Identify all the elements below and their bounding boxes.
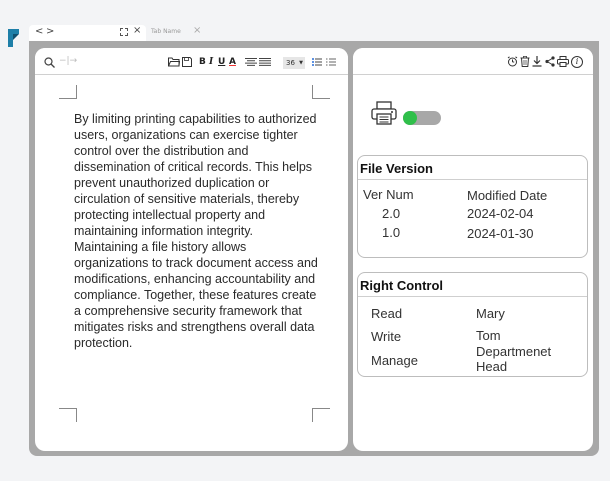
right-user[interactable]: Mary: [476, 307, 505, 321]
document-body[interactable]: By limiting printing capabilities to aut…: [74, 111, 318, 351]
print-icon[interactable]: [557, 56, 569, 67]
properties-toolbar: i: [353, 48, 593, 75]
editor-toolbar: −|→ B I U A 36 ▼: [35, 48, 348, 75]
printer-icon: [371, 101, 397, 125]
right-user[interactable]: Tom: [476, 329, 501, 343]
trash-icon[interactable]: [520, 56, 530, 67]
back-icon[interactable]: <: [35, 26, 43, 37]
maximize-icon[interactable]: [120, 28, 128, 36]
right-label: Read: [371, 306, 403, 321]
bold-button[interactable]: B: [199, 56, 206, 68]
page-nav-icon: −|→: [59, 56, 78, 66]
font-size-value: 36: [286, 59, 295, 67]
open-folder-icon[interactable]: [168, 57, 180, 67]
bulleted-list-icon[interactable]: [312, 58, 322, 66]
search-icon[interactable]: [44, 57, 55, 68]
version-date[interactable]: 2024-01-30: [467, 227, 534, 241]
properties-panel: i File Version Ver Num Modified Date 2.0…: [353, 48, 593, 451]
close-tab-icon[interactable]: ×: [133, 25, 141, 36]
font-color-button[interactable]: A: [229, 56, 236, 68]
save-icon[interactable]: [182, 57, 192, 67]
page-corner-mark: [312, 85, 330, 99]
align-justify-icon[interactable]: [259, 58, 271, 66]
right-user[interactable]: Head: [476, 360, 507, 374]
page-corner-mark: [59, 408, 77, 422]
file-version-title: File Version: [360, 161, 433, 176]
share-icon[interactable]: [545, 56, 555, 67]
divider: [358, 179, 587, 180]
column-header-date: Modified Date: [467, 188, 548, 203]
forward-icon[interactable]: >: [46, 26, 54, 37]
align-center-icon[interactable]: [245, 58, 257, 66]
chevron-down-icon: ▼: [299, 60, 303, 66]
underline-button[interactable]: U: [218, 56, 225, 68]
editor-panel: −|→ B I U A 36 ▼ By limiting printing ca…: [35, 48, 348, 451]
app-logo-icon: [8, 29, 19, 47]
file-version-card: File Version Ver Num Modified Date 2.0 2…: [357, 155, 588, 258]
page-corner-mark: [59, 85, 77, 99]
version-date[interactable]: 2024-02-04: [467, 207, 534, 221]
close-inactive-tab-icon[interactable]: ×: [193, 25, 201, 36]
right-user[interactable]: Departmenet: [476, 345, 551, 359]
tab-inactive-label[interactable]: Tab Name: [151, 28, 181, 35]
column-header-ver: Ver Num: [363, 187, 414, 202]
version-number[interactable]: 2.0: [382, 207, 400, 221]
version-number[interactable]: 1.0: [382, 226, 400, 240]
tab-active[interactable]: < > ×: [29, 25, 146, 41]
italic-button[interactable]: I: [209, 56, 213, 68]
font-size-select[interactable]: 36 ▼: [283, 57, 305, 69]
toggle-knob: [403, 111, 417, 125]
tab-strip: < > × Tab Name ×: [29, 25, 610, 41]
download-icon[interactable]: [532, 56, 542, 67]
numbered-list-icon[interactable]: [326, 58, 336, 66]
info-icon[interactable]: i: [571, 56, 583, 68]
right-label: Write: [371, 329, 402, 344]
right-control-title: Right Control: [360, 278, 444, 293]
right-control-card: Right Control Read Mary Write Tom Manage…: [357, 272, 588, 377]
page-corner-mark: [312, 408, 330, 422]
print-permission-toggle[interactable]: [403, 111, 441, 125]
divider: [358, 296, 587, 297]
right-label: Manage: [371, 353, 418, 368]
alarm-icon[interactable]: [507, 56, 518, 67]
